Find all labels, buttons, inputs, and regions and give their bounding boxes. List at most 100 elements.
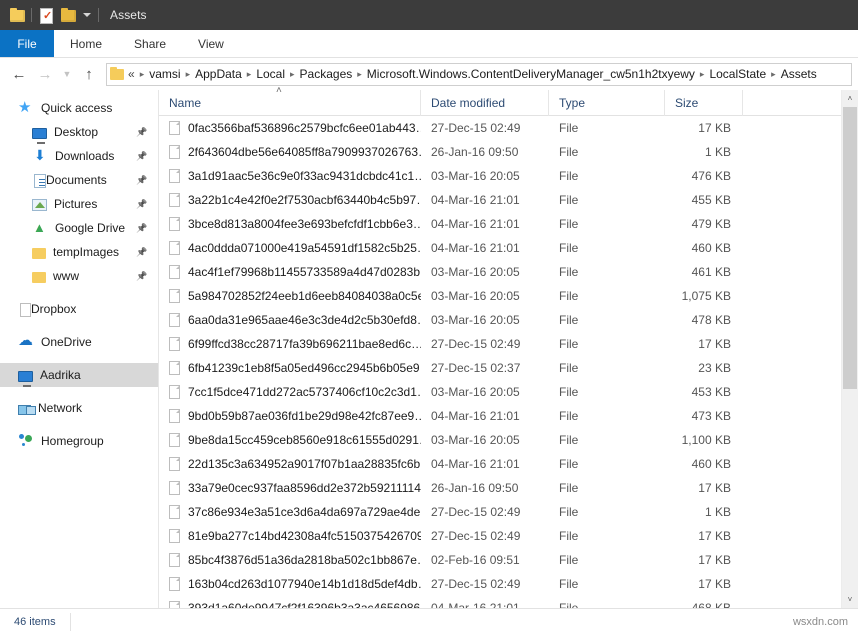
table-row[interactable]: 33a79e0cec937faa8596dd2e372b59211114…26-… xyxy=(159,476,841,500)
cell-date-modified: 27-Dec-15 02:49 xyxy=(421,505,549,519)
pin-icon[interactable]: 📌 xyxy=(136,151,146,161)
cell-type: File xyxy=(549,577,665,591)
table-row[interactable]: 7cc1f5dce471dd272ac5737406cf10c2c3d1…03-… xyxy=(159,380,841,404)
cell-name: 85bc4f3876d51a36da2818ba502c1bb867e… xyxy=(159,553,421,567)
tab-view[interactable]: View xyxy=(182,30,240,57)
table-row[interactable]: 393d1a60de9947cf2f16396b3a3ac4656986…04-… xyxy=(159,596,841,608)
forward-arrow-icon[interactable]: → xyxy=(32,61,58,87)
table-row[interactable]: 37c86e934e3a51ce3d6a4da697a729ae4de…27-D… xyxy=(159,500,841,524)
cell-size: 455 KB xyxy=(665,193,743,207)
table-row[interactable]: 6aa0da31e965aae46e3c3de4d2c5b30efd8…03-M… xyxy=(159,308,841,332)
table-row[interactable]: 2f643604dbe56e64085ff8a7909937026763…26-… xyxy=(159,140,841,164)
folder-icon[interactable] xyxy=(6,4,28,26)
table-row[interactable]: 3a22b1c4e42f0e2f7530acbf63440b4c5b97…04-… xyxy=(159,188,841,212)
cell-date-modified: 03-Mar-16 20:05 xyxy=(421,433,549,447)
sidebar-item-tempimages[interactable]: tempImages📌 xyxy=(0,240,158,264)
cell-date-modified: 27-Dec-15 02:49 xyxy=(421,337,549,351)
breadcrumb-item-contentdeliverymanager[interactable]: Microsoft.Windows.ContentDeliveryManager… xyxy=(367,67,695,81)
table-row[interactable]: 81e9ba277c14bd42308a4fc5150375426709…27-… xyxy=(159,524,841,548)
scrollbar-thumb[interactable] xyxy=(843,107,857,389)
sidebar-item-quick-access[interactable]: Quick access xyxy=(0,96,158,120)
cell-name: 4ac4f1ef79968b11455733589a4d47d0283b… xyxy=(159,265,421,279)
table-row[interactable]: 3a1d91aac5e36c9e0f33ac9431dcbdc41c1…03-M… xyxy=(159,164,841,188)
breadcrumb-item-assets[interactable]: Assets xyxy=(781,67,817,81)
breadcrumb-item-vamsi[interactable]: vamsi xyxy=(149,67,180,81)
table-row[interactable]: 6f99ffcd38cc28717fa39b696211bae8ed6c…27-… xyxy=(159,332,841,356)
sidebar-item-homegroup[interactable]: Homegroup xyxy=(0,429,158,453)
cell-size: 17 KB xyxy=(665,481,743,495)
tab-share[interactable]: Share xyxy=(118,30,182,57)
watermark-label: wsxdn.com xyxy=(793,616,848,628)
file-icon xyxy=(169,505,180,519)
pin-icon[interactable]: 📌 xyxy=(136,271,146,281)
sort-ascending-icon: ˄ xyxy=(276,85,282,96)
sidebar-item-www[interactable]: www📌 xyxy=(0,264,158,288)
table-row[interactable]: 0fac3566baf536896c2579bcfc6ee01ab443…27-… xyxy=(159,116,841,140)
cell-name: 6fb41239c1eb8f5a05ed496cc2945b6b05e9… xyxy=(159,361,421,375)
tab-file[interactable]: File xyxy=(0,30,54,57)
breadcrumb-overflow[interactable]: « xyxy=(128,67,135,81)
scroll-up-icon[interactable]: ˄ xyxy=(842,90,858,107)
nav-group-gap xyxy=(0,354,158,363)
table-row[interactable]: 9be8da15cc459ceb8560e918c61555d0291…03-M… xyxy=(159,428,841,452)
table-row[interactable]: 3bce8d813a8004fee3e693befcfdf1cbb6e3…04-… xyxy=(159,212,841,236)
scroll-down-icon[interactable]: ˅ xyxy=(842,591,858,608)
up-arrow-icon[interactable]: ↑ xyxy=(76,61,102,87)
file-name-label: 9be8da15cc459ceb8560e918c61555d0291… xyxy=(188,433,421,447)
tab-home[interactable]: Home xyxy=(54,30,118,57)
sidebar-item-documents[interactable]: Documents📌 xyxy=(0,168,158,192)
new-folder-icon[interactable] xyxy=(57,4,79,26)
sidebar-item-network[interactable]: Network xyxy=(0,396,158,420)
file-icon xyxy=(169,169,180,183)
sidebar-item-dropbox[interactable]: Dropbox xyxy=(0,297,158,321)
recent-locations-caret-icon[interactable]: ▼ xyxy=(58,61,76,87)
cell-date-modified: 04-Mar-16 21:01 xyxy=(421,217,549,231)
sidebar-item-label: Desktop xyxy=(54,125,98,139)
column-header-name[interactable]: Name ˄ xyxy=(159,90,421,116)
cell-type: File xyxy=(549,337,665,351)
pin-icon[interactable]: 📌 xyxy=(136,199,146,209)
cell-name: 3a1d91aac5e36c9e0f33ac9431dcbdc41c1… xyxy=(159,169,421,183)
table-row[interactable]: 9bd0b59b87ae036fd1be29d98e42fc87ee9…04-M… xyxy=(159,404,841,428)
properties-icon[interactable] xyxy=(35,4,57,26)
table-row[interactable]: 5a984702852f24eeb1d6eeb84084038a0c5e…03-… xyxy=(159,284,841,308)
pin-icon[interactable]: 📌 xyxy=(136,223,146,233)
customize-caret-icon[interactable] xyxy=(79,4,95,26)
cell-size: 1,100 KB xyxy=(665,433,743,447)
file-icon xyxy=(169,217,180,231)
breadcrumb-item-appdata[interactable]: AppData xyxy=(195,67,242,81)
sidebar-item-desktop[interactable]: Desktop 📌 xyxy=(0,120,158,144)
table-row[interactable]: 4ac0ddda071000e419a54591df1582c5b25…04-M… xyxy=(159,236,841,260)
sidebar-item-pictures[interactable]: Pictures📌 xyxy=(0,192,158,216)
pin-icon[interactable]: 📌 xyxy=(136,175,146,185)
table-row[interactable]: 4ac4f1ef79968b11455733589a4d47d0283b…03-… xyxy=(159,260,841,284)
sidebar-item-aadrika[interactable]: Aadrika xyxy=(0,363,158,387)
breadcrumb-item-local[interactable]: Local xyxy=(256,67,285,81)
file-name-label: 9bd0b59b87ae036fd1be29d98e42fc87ee9… xyxy=(188,409,421,423)
cell-size: 473 KB xyxy=(665,409,743,423)
table-row[interactable]: 22d135c3a634952a9017f07b1aa28835fc6b…04-… xyxy=(159,452,841,476)
file-icon xyxy=(169,481,180,495)
column-header-size[interactable]: Size xyxy=(665,90,743,116)
sidebar-item-onedrive[interactable]: OneDrive xyxy=(0,330,158,354)
column-header-type[interactable]: Type xyxy=(549,90,665,116)
cell-type: File xyxy=(549,505,665,519)
breadcrumb-item-packages[interactable]: Packages xyxy=(300,67,353,81)
pin-icon[interactable]: 📌 xyxy=(136,247,146,257)
breadcrumb[interactable]: « ▸ vamsi ▸ AppData ▸ Local ▸ Packages ▸… xyxy=(106,63,852,86)
picture-icon xyxy=(32,199,47,211)
back-arrow-icon[interactable]: ← xyxy=(6,61,32,87)
breadcrumb-item-localstate[interactable]: LocalState xyxy=(709,67,766,81)
table-row[interactable]: 85bc4f3876d51a36da2818ba502c1bb867e…02-F… xyxy=(159,548,841,572)
column-header-empty[interactable] xyxy=(743,90,841,116)
table-row[interactable]: 6fb41239c1eb8f5a05ed496cc2945b6b05e9…27-… xyxy=(159,356,841,380)
vertical-scrollbar[interactable]: ˄ ˅ xyxy=(841,90,858,608)
sidebar-item-google-drive[interactable]: Google Drive📌 xyxy=(0,216,158,240)
sidebar-item-downloads[interactable]: Downloads📌 xyxy=(0,144,158,168)
table-row[interactable]: 163b04cd263d1077940e14b1d18d5def4db…27-D… xyxy=(159,572,841,596)
homegroup-icon xyxy=(18,433,34,449)
toolbar-divider-2 xyxy=(98,8,99,22)
pin-icon[interactable]: 📌 xyxy=(136,127,146,137)
sidebar-item-label: Network xyxy=(38,401,82,415)
column-header-date-modified[interactable]: Date modified xyxy=(421,90,549,116)
